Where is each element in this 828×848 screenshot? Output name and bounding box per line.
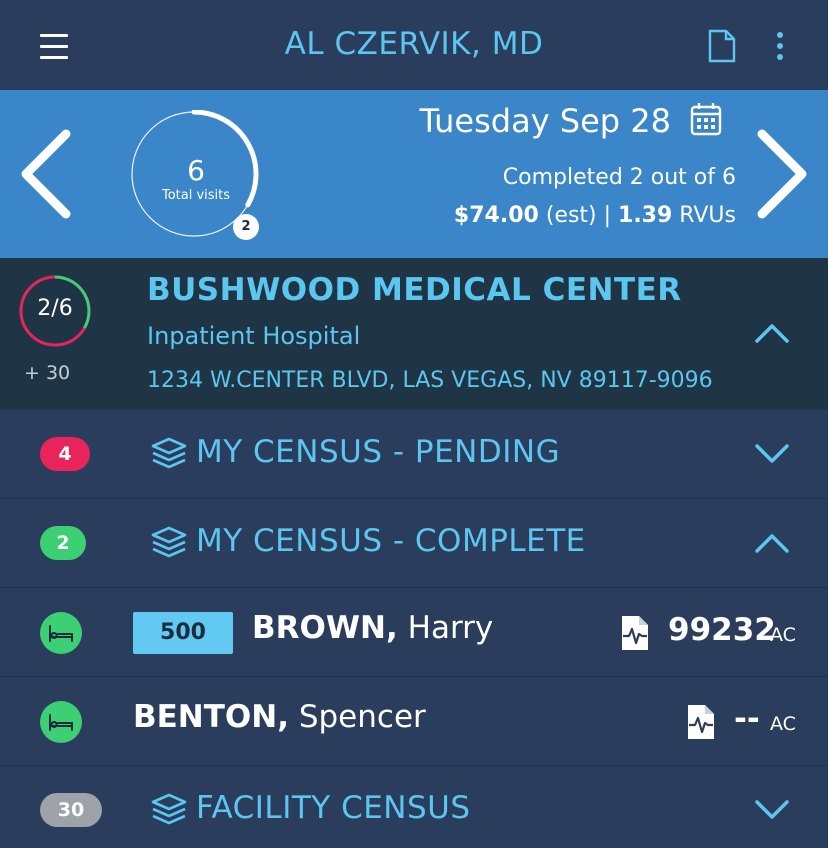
completed-visits-badge: 2 (233, 214, 259, 240)
billing-code: -- (734, 701, 760, 737)
complete-count-badge: 2 (40, 526, 86, 560)
facility-address: 1234 W.CENTER BLVD, LAS VEGAS, NV 89117-… (147, 368, 713, 393)
layers-icon (151, 437, 187, 469)
chevron-down-icon[interactable] (754, 799, 790, 821)
chevron-up-icon[interactable] (754, 322, 790, 344)
total-visits-ring: 6 Total visits 2 (130, 109, 262, 242)
patient-row[interactable]: BENTON, Spencer -- AC (0, 677, 828, 766)
facility-census-title: FACILITY CENSUS (196, 790, 471, 826)
patient-name: BROWN, Harry (252, 610, 493, 646)
earnings-summary: $74.00 (est) | 1.39 RVUs (454, 203, 736, 228)
document-icon[interactable] (708, 29, 736, 63)
previous-day-button[interactable] (16, 128, 76, 220)
code-suffix: AC (770, 624, 796, 646)
billing-code: 99232 (668, 612, 776, 648)
facility-name: BUSHWOOD MEDICAL CENTER (147, 272, 682, 308)
facility-type: Inpatient Hospital (147, 322, 361, 350)
completed-summary: Completed 2 out of 6 (502, 165, 736, 190)
facility-header[interactable]: 2/6 + 30 BUSHWOOD MEDICAL CENTER Inpatie… (0, 258, 828, 410)
hospital-bed-icon (40, 612, 82, 654)
chevron-down-icon[interactable] (754, 443, 790, 465)
chart-note-icon[interactable] (686, 703, 716, 741)
patient-last-name: BENTON, (133, 699, 289, 735)
calendar-icon[interactable] (690, 102, 722, 136)
facility-visit-ratio: 2/6 (37, 296, 73, 321)
room-number-badge: 500 (133, 612, 233, 654)
page-title: AL CZERVIK, MD (284, 26, 544, 62)
selected-date[interactable]: Tuesday Sep 28 (419, 102, 671, 140)
chart-note-icon[interactable] (620, 614, 650, 652)
section-my-census-complete[interactable]: 2 MY CENSUS - COMPLETE (0, 499, 828, 588)
section-facility-census[interactable]: 30 FACILITY CENSUS (0, 766, 828, 848)
chevron-up-icon[interactable] (754, 532, 790, 554)
layers-icon (151, 526, 187, 558)
total-visits-count: 6 (187, 154, 205, 187)
hospital-bed-icon (40, 701, 82, 743)
top-bar: AL CZERVIK, MD (0, 0, 828, 90)
code-suffix: AC (770, 713, 796, 735)
rvus-label: RVUs (672, 203, 736, 228)
estimated-amount: $74.00 (453, 203, 539, 228)
section-my-census-pending[interactable]: 4 MY CENSUS - PENDING (0, 410, 828, 499)
rvus-value: 1.39 (618, 203, 673, 228)
next-day-button[interactable] (752, 128, 812, 220)
more-vertical-icon[interactable] (773, 32, 787, 62)
day-summary: 6 Total visits 2 Tuesday Sep 28 Complete… (0, 90, 828, 258)
total-visits-label: Total visits (161, 188, 231, 203)
layers-icon (151, 793, 187, 825)
patient-name: BENTON, Spencer (133, 699, 426, 735)
amount-suffix: (est) | (538, 203, 619, 228)
patient-row[interactable]: 500 BROWN, Harry 99232 AC (0, 588, 828, 677)
patient-first-name: Spencer (288, 699, 426, 735)
patient-last-name: BROWN, (252, 610, 398, 646)
patient-first-name: Harry (397, 610, 494, 646)
facility-extra-count: + 30 (24, 362, 71, 384)
pending-section-title: MY CENSUS - PENDING (196, 434, 561, 470)
pending-count-badge: 4 (40, 437, 90, 471)
facility-census-count-badge: 30 (40, 793, 102, 827)
complete-section-title: MY CENSUS - COMPLETE (196, 523, 586, 559)
